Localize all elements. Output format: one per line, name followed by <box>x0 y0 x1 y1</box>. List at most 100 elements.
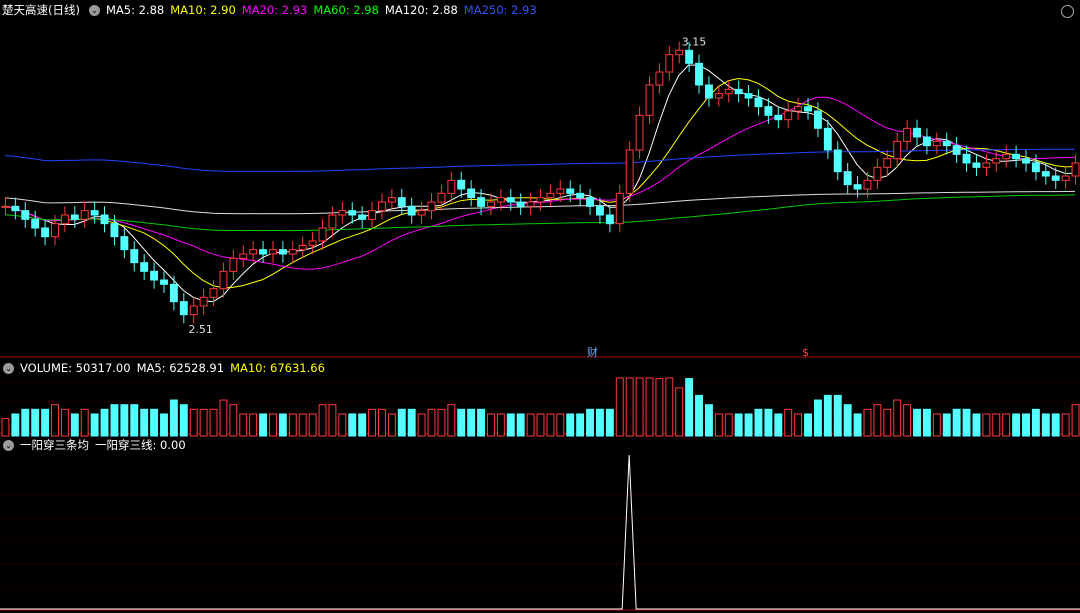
volume-bar <box>546 413 555 437</box>
volume-toggle-icon[interactable]: ⌄ <box>3 362 14 374</box>
candle <box>120 236 129 251</box>
volume-bar <box>239 413 248 437</box>
candle <box>625 149 634 194</box>
candle <box>595 205 604 216</box>
volume-bar <box>288 413 297 437</box>
candle <box>665 54 674 73</box>
candle <box>219 270 228 290</box>
candle <box>70 214 79 220</box>
volume-bar <box>566 413 575 437</box>
candle <box>982 162 991 168</box>
volume-bar <box>477 408 486 437</box>
candle <box>328 214 337 229</box>
volume-bar <box>298 413 307 437</box>
ma250-label: MA250: 2.93 <box>463 3 537 17</box>
candle <box>714 93 723 99</box>
candle <box>318 227 327 242</box>
ma10-label: MA10: 2.90 <box>170 3 236 17</box>
candle <box>298 244 307 251</box>
volume-bar <box>833 394 842 437</box>
ma120-label: MA120: 2.88 <box>384 3 458 17</box>
volume-bar <box>972 413 981 437</box>
candle <box>992 158 1001 164</box>
volume-bar <box>695 394 703 437</box>
candle <box>645 84 654 116</box>
volume-bar <box>387 413 396 437</box>
volume-bar <box>724 413 733 437</box>
candle <box>249 249 258 255</box>
candle <box>457 179 466 190</box>
candle <box>348 210 357 216</box>
window-control-icon[interactable] <box>1061 5 1074 18</box>
volume-ma10-label: MA10: 67631.66 <box>230 361 325 375</box>
volume-bar <box>209 408 218 437</box>
candle <box>1051 175 1060 181</box>
volume-bar <box>1051 413 1060 437</box>
ma5-label: MA5: 2.88 <box>105 3 165 17</box>
volume-bar <box>70 413 79 437</box>
candle <box>160 279 168 285</box>
volume-bar <box>764 408 773 437</box>
volume-bar <box>625 377 634 437</box>
volume-bar <box>1041 413 1050 437</box>
volume-legend: ⌄ VOLUME: 50317.00 MA5: 62528.91 MA10: 6… <box>0 358 331 378</box>
candle <box>447 179 456 194</box>
candle <box>90 210 99 216</box>
volume-bar <box>269 413 277 437</box>
volume-bar <box>922 408 931 437</box>
candle <box>774 114 783 121</box>
volume-bar <box>328 404 337 437</box>
ma20-line <box>4 96 1076 270</box>
volume-bar <box>586 408 594 437</box>
candle <box>269 249 277 255</box>
volume-bar <box>397 408 406 437</box>
volume-bar <box>704 404 713 437</box>
volume-bar <box>1002 413 1011 437</box>
volume-bar <box>150 408 159 437</box>
volume-bar <box>199 408 208 437</box>
volume-label: VOLUME: 50317.00 <box>20 361 131 375</box>
volume-bar <box>675 387 684 437</box>
volume-bar <box>893 399 902 437</box>
candle <box>467 188 476 199</box>
candle <box>615 192 624 225</box>
volume-bar <box>952 408 961 437</box>
volume-bar <box>843 404 852 437</box>
candle <box>823 127 832 151</box>
candle <box>1022 158 1030 164</box>
volume-bar <box>605 408 614 437</box>
candle <box>526 201 535 207</box>
volume-bar <box>635 377 644 437</box>
candle <box>873 166 882 181</box>
volume-bar <box>1031 408 1040 437</box>
volume-bar <box>714 413 723 437</box>
candle <box>437 192 446 203</box>
volume-bar <box>804 413 812 437</box>
candle <box>487 201 495 207</box>
candle <box>833 149 842 173</box>
candle <box>80 210 89 220</box>
volume-bar <box>744 413 753 437</box>
panel-toggle-icon[interactable]: ⌄ <box>88 4 100 16</box>
candle <box>932 140 941 147</box>
indicator-toggle-icon[interactable]: ⌄ <box>3 439 14 451</box>
volume-bar <box>516 413 525 437</box>
volume-bar <box>378 408 386 437</box>
candle <box>338 210 347 216</box>
candle <box>100 214 109 225</box>
volume-bar <box>982 413 991 437</box>
volume-bar <box>784 408 793 437</box>
candle <box>1071 162 1080 177</box>
volume-bar <box>526 413 535 437</box>
volume-bar <box>813 399 822 437</box>
volume-bar <box>120 404 129 437</box>
candle <box>288 249 297 255</box>
volume-bar <box>487 413 495 437</box>
volume-bar <box>90 413 99 437</box>
candle <box>427 201 436 212</box>
indicator-name: 一阳穿三条均 <box>20 438 89 452</box>
candle <box>556 188 565 194</box>
candle <box>695 62 703 86</box>
ma5-line <box>4 64 1075 303</box>
indicator-line <box>0 454 1080 610</box>
